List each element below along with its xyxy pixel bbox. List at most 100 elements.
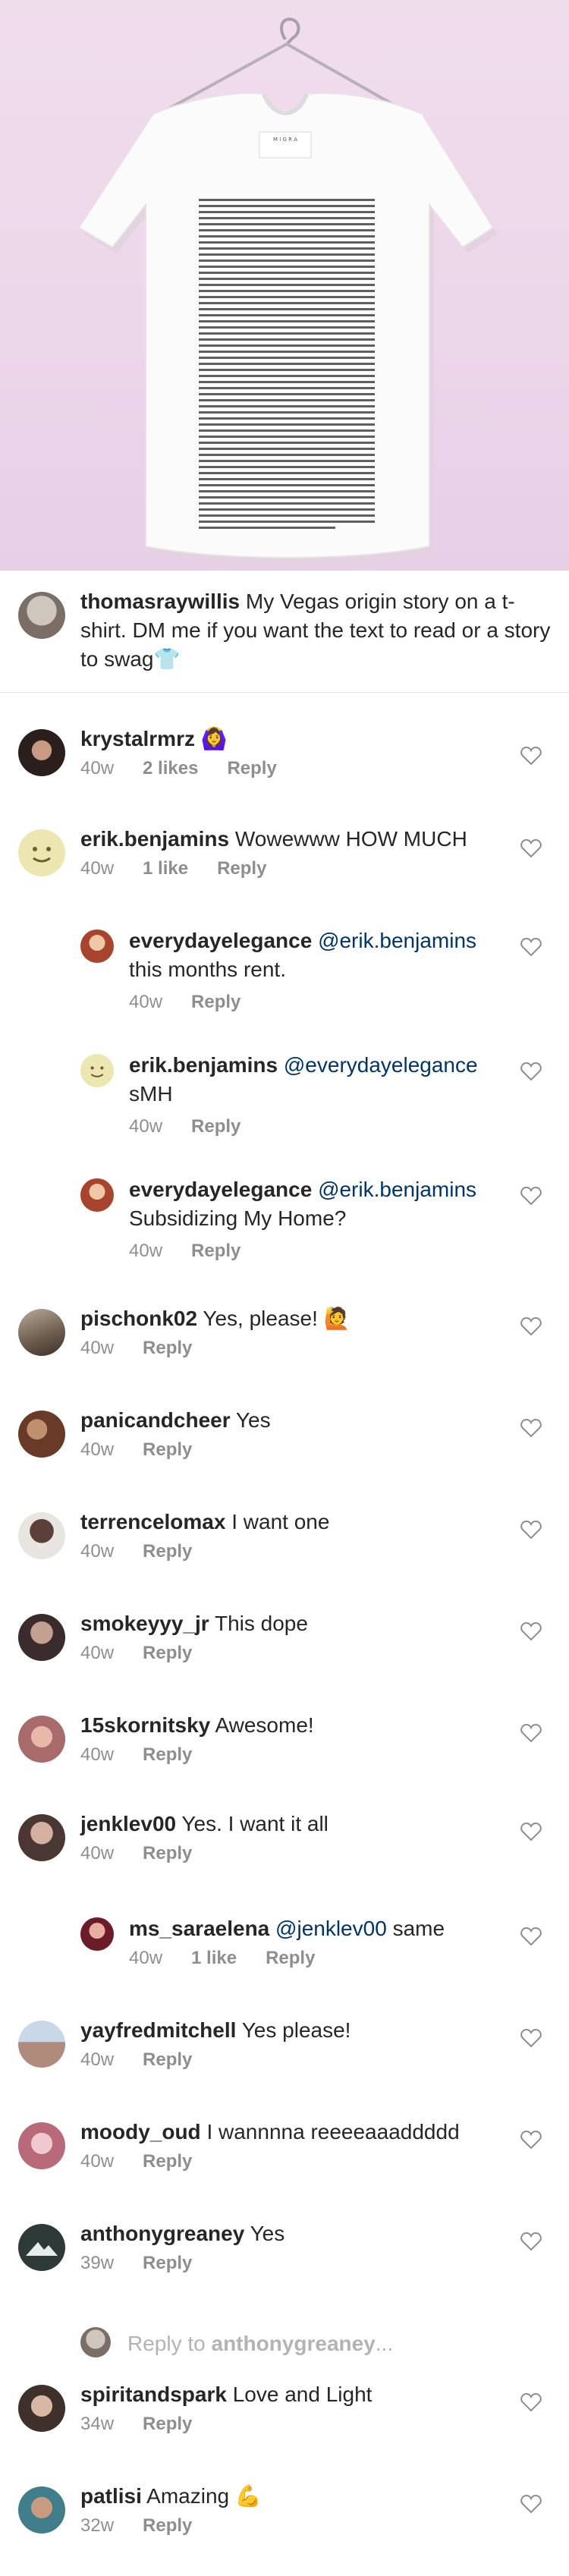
avatar[interactable] (18, 1309, 65, 1356)
reply-placeholder[interactable]: Reply to anthonygreaney... (127, 2332, 393, 2356)
reply-button[interactable]: Reply (143, 1541, 192, 1562)
avatar[interactable] (18, 1512, 65, 1559)
comment-time: 39w (80, 2253, 115, 2273)
heart-icon[interactable] (520, 838, 542, 858)
heart-icon[interactable] (520, 746, 542, 766)
comment-username[interactable]: everydayelegance (129, 929, 312, 952)
comment-username[interactable]: ms_saraelena (129, 1917, 269, 1940)
comment-text: this months rent. (129, 958, 286, 981)
heart-icon[interactable] (520, 1316, 542, 1336)
comment-username[interactable]: terrencelomax (80, 1510, 225, 1533)
comment: smokeyyy_jr This dope 40w Reply (0, 1605, 569, 1703)
heart-icon[interactable] (520, 1621, 542, 1641)
comment-username[interactable]: jenklev00 (80, 1812, 176, 1835)
avatar[interactable] (18, 2486, 65, 2534)
reply-button[interactable]: Reply (191, 992, 240, 1013)
comment-username[interactable]: anthonygreaney (80, 2222, 244, 2245)
reply-button[interactable]: Reply (143, 2414, 192, 2435)
comment-time: 40w (80, 758, 115, 778)
comment-text: I wannnna reeeeaaaddddd (206, 2120, 460, 2144)
caption-text: thomasraywillis My Vegas origin story on… (80, 587, 551, 674)
avatar[interactable] (18, 1814, 65, 1861)
comment-username[interactable]: erik.benjamins (80, 827, 229, 851)
avatar[interactable] (80, 1917, 114, 1951)
post-image[interactable]: M I G R A (0, 0, 569, 571)
heart-icon[interactable] (520, 1418, 542, 1438)
reply-button[interactable]: Reply (143, 1439, 192, 1461)
comment-time: 40w (80, 1843, 115, 1864)
comment: moody_oud I wannnna reeeeaaaddddd 40w Rep… (0, 2113, 569, 2212)
reply-button[interactable]: Reply (227, 758, 276, 779)
comment: erik.benjamins Wowewww HOW MUCH 40w 1 lik… (0, 820, 569, 919)
comment-time: 40w (129, 1241, 163, 1261)
avatar[interactable] (18, 2385, 65, 2432)
avatar[interactable] (18, 592, 65, 639)
comment: krystalrmrz 🙆‍♀️ 40w 2 likes Reply (0, 720, 569, 816)
heart-icon[interactable] (520, 2028, 542, 2048)
heart-icon[interactable] (520, 2392, 542, 2412)
likes-count[interactable]: 2 likes (143, 758, 198, 779)
heart-icon[interactable] (520, 1062, 542, 1081)
comment-username[interactable]: 15skornitsky (80, 1713, 210, 1737)
mention-link[interactable]: @everydayelegance (284, 1053, 478, 1077)
avatar[interactable] (80, 929, 114, 963)
reply-button[interactable]: Reply (191, 1116, 240, 1137)
comment-username[interactable]: smokeyyy_jr (80, 1612, 209, 1635)
avatar[interactable] (80, 1054, 114, 1087)
avatar[interactable] (18, 2224, 65, 2271)
heart-icon[interactable] (520, 2130, 542, 2150)
avatar[interactable] (18, 2021, 65, 2068)
reply-composer[interactable]: Reply to anthonygreaney... (80, 2321, 536, 2367)
reply-button[interactable]: Reply (143, 2049, 192, 2071)
reply-button[interactable]: Reply (143, 1744, 192, 1766)
comment-username[interactable]: krystalrmrz (80, 727, 195, 750)
comment-username[interactable]: pischonk02 (80, 1307, 197, 1330)
reply-button[interactable]: Reply (143, 2151, 192, 2172)
caption-username[interactable]: thomasraywillis (80, 590, 240, 613)
heart-icon[interactable] (520, 937, 542, 957)
comment-username[interactable]: panicandcheer (80, 1408, 231, 1432)
likes-count[interactable]: 1 like (143, 858, 188, 879)
heart-icon[interactable] (520, 2494, 542, 2514)
comment-username[interactable]: everydayelegance (129, 1178, 312, 1201)
reply-button[interactable]: Reply (266, 1948, 315, 1969)
heart-icon[interactable] (520, 1723, 542, 1743)
avatar[interactable] (80, 1178, 114, 1212)
comment-text: I want one (231, 1510, 330, 1533)
comment-username[interactable]: erik.benjamins (129, 1053, 278, 1077)
heart-icon[interactable] (520, 1186, 542, 1206)
comment-username[interactable]: patlisi (80, 2484, 142, 2508)
reply-button[interactable]: Reply (143, 1338, 192, 1359)
mention-link[interactable]: @erik.benjamins (318, 1178, 476, 1201)
heart-icon[interactable] (520, 1926, 542, 1946)
comment-username[interactable]: moody_oud (80, 2120, 201, 2144)
avatar[interactable] (18, 1614, 65, 1661)
reply-button[interactable]: Reply (143, 1643, 192, 1664)
reply-button[interactable]: Reply (217, 858, 266, 879)
reply-to-prefix: Reply to (127, 2332, 206, 2355)
reply-button[interactable]: Reply (143, 2253, 192, 2274)
reply-button[interactable]: Reply (191, 1241, 240, 1262)
svg-text:M I G R A: M I G R A (273, 137, 297, 143)
hanger-hook (280, 17, 300, 46)
comment-text: Yes. I want it all (181, 1812, 329, 1835)
avatar[interactable] (18, 1411, 65, 1458)
avatar[interactable] (18, 2122, 65, 2169)
reply-button[interactable]: Reply (143, 1843, 192, 1864)
mountain-avatar-art (26, 2242, 58, 2256)
comment-text: same (392, 1917, 445, 1940)
comment: terrencelomax I want one 40w Reply (0, 1503, 569, 1602)
avatar[interactable] (18, 829, 65, 876)
comment-username[interactable]: yayfredmitchell (80, 2018, 236, 2042)
heart-icon[interactable] (520, 2232, 542, 2251)
mention-link[interactable]: @erik.benjamins (318, 929, 476, 952)
avatar[interactable] (18, 729, 65, 776)
comment-text: Yes (250, 2222, 285, 2245)
reply-button[interactable]: Reply (143, 2515, 192, 2537)
comment-username[interactable]: spiritandspark (80, 2383, 227, 2406)
heart-icon[interactable] (520, 1520, 542, 1540)
heart-icon[interactable] (520, 1822, 542, 1842)
likes-count[interactable]: 1 like (191, 1948, 237, 1969)
mention-link[interactable]: @jenklev00 (275, 1917, 387, 1940)
avatar[interactable] (18, 1716, 65, 1763)
